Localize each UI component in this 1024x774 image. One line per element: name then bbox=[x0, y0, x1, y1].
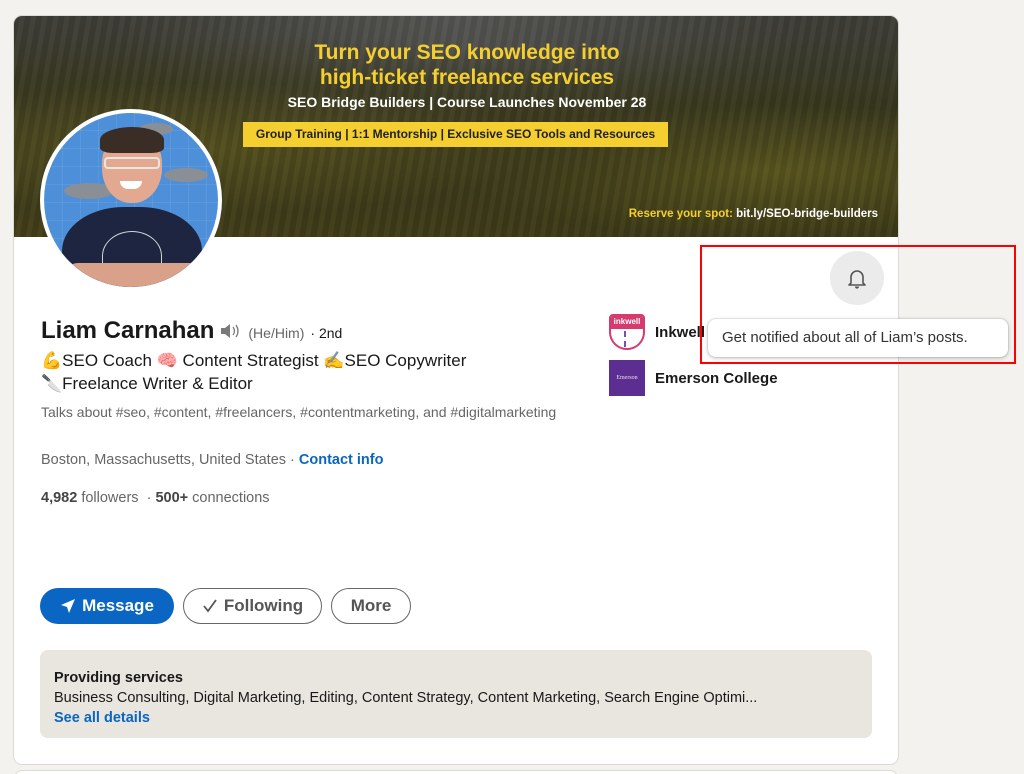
banner-title-line1: Turn your SEO knowledge into bbox=[314, 41, 620, 64]
banner-subtitle: SEO Bridge Builders | Course Launches No… bbox=[287, 94, 647, 110]
profile-photo bbox=[44, 113, 218, 287]
services-header: Providing services bbox=[54, 670, 183, 686]
headline-line2: 🔪Freelance Writer & Editor bbox=[41, 374, 253, 393]
network-stats: 4,982 followers · 500+ connections bbox=[41, 490, 270, 506]
see-all-details-link[interactable]: See all details bbox=[54, 708, 150, 728]
banner-title: Turn your SEO knowledge into high-ticket… bbox=[14, 40, 898, 90]
profile-headline: 💪SEO Coach 🧠 Content Strategist ✍️SEO Co… bbox=[41, 349, 601, 395]
banner-reserve: Reserve your spot: bit.ly/SEO-bridge-bui… bbox=[629, 208, 878, 220]
connections-label: connections bbox=[192, 490, 270, 506]
following-button[interactable]: Following bbox=[183, 588, 322, 624]
emerson-logo: Emerson bbox=[609, 360, 645, 396]
message-label: Message bbox=[82, 596, 154, 615]
profile-actions: Message Following More bbox=[40, 588, 411, 624]
separator: · bbox=[286, 452, 299, 468]
followers-count: 4,982 bbox=[41, 490, 78, 506]
company-name: Emerson College bbox=[655, 369, 778, 387]
location-row: Boston, Massachusetts, United States · C… bbox=[41, 452, 383, 468]
notification-tooltip: Get notified about all of Liam’s posts. bbox=[708, 319, 1008, 357]
checkmark-icon bbox=[203, 599, 217, 613]
company-inkwell[interactable]: inkwell Inkwell bbox=[609, 314, 705, 350]
send-icon bbox=[61, 599, 76, 613]
bell-icon bbox=[848, 270, 866, 289]
contact-info-link[interactable]: Contact info bbox=[299, 452, 384, 468]
company-name: Inkwell bbox=[655, 323, 706, 341]
pronouns: (He/Him) bbox=[248, 325, 305, 341]
reserve-link: bit.ly/SEO-bridge-builders bbox=[736, 208, 878, 220]
reserve-label: Reserve your spot: bbox=[628, 208, 733, 220]
speaker-icon[interactable] bbox=[220, 322, 242, 340]
inkwell-logo: inkwell bbox=[609, 314, 645, 350]
company-emerson[interactable]: Emerson Emerson College bbox=[609, 360, 778, 396]
followers-label: followers bbox=[81, 490, 139, 506]
connections-link[interactable]: 500+ connections bbox=[155, 490, 269, 506]
more-button[interactable]: More bbox=[331, 588, 411, 624]
connection-degree: · 2nd bbox=[310, 325, 343, 341]
followers-link[interactable]: 4,982 followers bbox=[41, 490, 139, 506]
name-row: Liam Carnahan (He/Him) · 2nd bbox=[41, 317, 342, 345]
talks-about: Talks about #seo, #content, #freelancers… bbox=[41, 404, 557, 420]
banner-tagline: Group Training | 1:1 Mentorship | Exclus… bbox=[243, 122, 668, 147]
profile-avatar[interactable] bbox=[40, 109, 222, 291]
message-button[interactable]: Message bbox=[40, 588, 174, 624]
profile-name: Liam Carnahan bbox=[41, 317, 215, 344]
services-list: Business Consulting, Digital Marketing, … bbox=[54, 690, 758, 706]
providing-services: Providing services Business Consulting, … bbox=[40, 650, 872, 738]
headline-line1: 💪SEO Coach 🧠 Content Strategist ✍️SEO Co… bbox=[41, 351, 467, 370]
more-label: More bbox=[350, 596, 392, 615]
following-label: Following bbox=[223, 596, 304, 615]
location: Boston, Massachusetts, United States bbox=[41, 452, 287, 468]
profile-card: Turn your SEO knowledge into high-ticket… bbox=[13, 15, 899, 765]
notification-bell-button[interactable] bbox=[830, 251, 884, 305]
banner-title-line2: high-ticket freelance services bbox=[319, 66, 615, 89]
next-card-edge bbox=[14, 770, 898, 774]
connections-count: 500+ bbox=[155, 490, 189, 506]
